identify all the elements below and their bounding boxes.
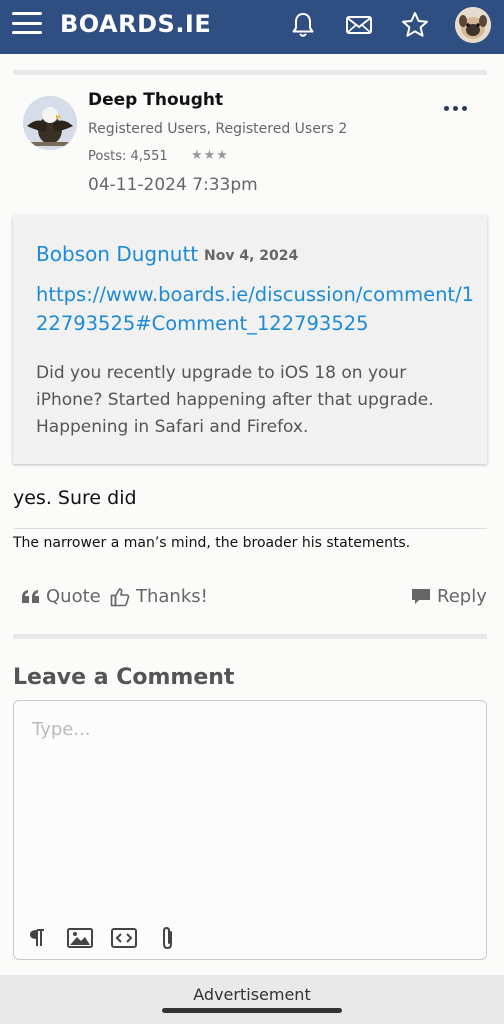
divider — [13, 70, 487, 75]
post-date[interactable]: 04-11-2024 7:33pm — [88, 175, 258, 195]
image-icon[interactable] — [66, 925, 94, 951]
signature-divider — [13, 528, 487, 529]
thanks-label: Thanks! — [136, 586, 208, 607]
thumbs-up-icon — [110, 587, 130, 606]
star-icon[interactable] — [400, 10, 430, 40]
post-body: yes. Sure did — [13, 487, 137, 509]
home-indicator[interactable] — [162, 1008, 342, 1013]
menu-icon[interactable] — [12, 12, 42, 34]
author-roles: Registered Users, Registered Users 2 — [88, 121, 348, 137]
comment-input[interactable]: Type... — [32, 719, 91, 740]
author-avatar[interactable] — [23, 96, 77, 150]
paperclip-icon[interactable] — [157, 925, 179, 951]
mail-icon[interactable] — [344, 10, 374, 40]
paragraph-icon[interactable] — [28, 925, 48, 951]
site-logo[interactable]: BOARDS.IE — [60, 10, 211, 38]
advertisement-label: Advertisement — [193, 985, 311, 1004]
quote-block: Bobson Dugnutt Nov 4, 2024 https://www.b… — [13, 216, 487, 464]
comment-icon — [412, 588, 430, 604]
top-nav-bar: BOARDS.IE — [0, 0, 504, 54]
quote-icon — [22, 589, 39, 603]
reply-button[interactable]: Reply — [411, 586, 487, 607]
quote-button[interactable]: Quote — [22, 586, 101, 607]
user-avatar[interactable] — [455, 7, 491, 43]
quote-link[interactable]: https://www.boards.ie/discussion/comment… — [36, 280, 476, 338]
more-options-icon[interactable] — [440, 98, 470, 118]
quote-date: Nov 4, 2024 — [204, 248, 299, 264]
comment-section-title: Leave a Comment — [13, 665, 235, 690]
divider — [13, 634, 487, 639]
author-rank-stars: ★★★ — [191, 148, 229, 163]
author-name[interactable]: Deep Thought — [88, 90, 223, 110]
quote-author[interactable]: Bobson Dugnutt — [36, 242, 198, 266]
comment-editor[interactable]: Type... — [13, 700, 487, 960]
quote-text: Did you recently upgrade to iOS 18 on yo… — [36, 363, 434, 437]
advertisement-bar: Advertisement — [0, 975, 504, 1024]
thanks-button[interactable]: Thanks! — [110, 586, 208, 607]
author-post-count: Posts: 4,551 — [88, 149, 168, 164]
quote-label: Quote — [46, 586, 101, 607]
code-icon[interactable] — [110, 925, 138, 951]
bell-icon[interactable] — [288, 10, 318, 40]
post-signature: The narrower a man’s mind, the broader h… — [13, 535, 411, 551]
reply-label: Reply — [437, 586, 487, 607]
